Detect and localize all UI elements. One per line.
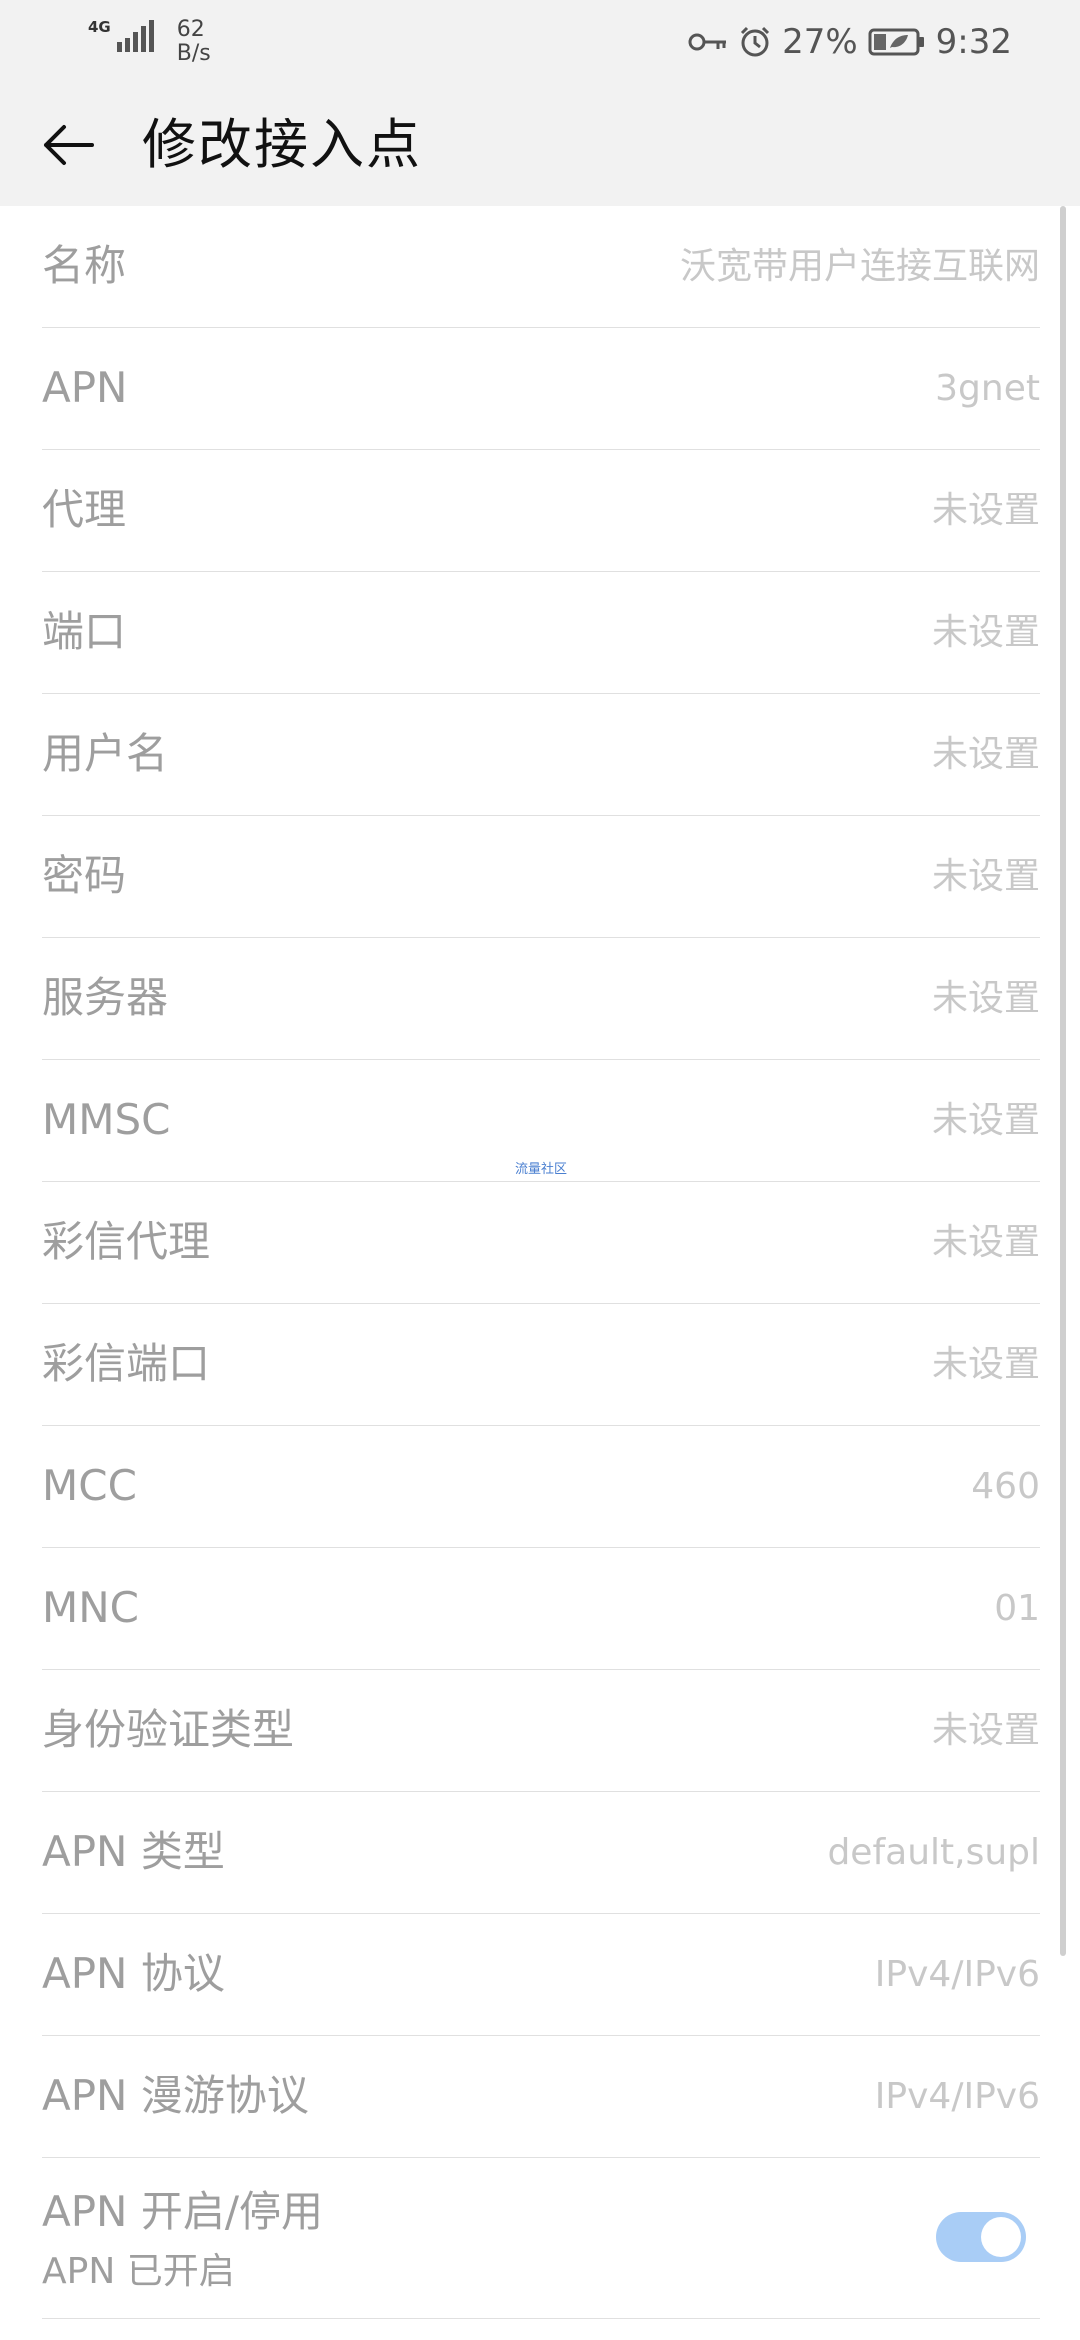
page-title: 修改接入点 [142,113,422,176]
scrollbar[interactable] [1060,206,1066,1956]
apn-enable-label: APN 开启/停用 [42,2187,323,2236]
field-value: 未设置 [931,978,1040,1019]
app-bar: 修改接入点 [0,84,1080,206]
key-icon [688,33,727,51]
field-value: 未设置 [931,1344,1040,1385]
field-label: 密码 [42,851,127,900]
field-value: 01 [994,1588,1040,1629]
network-speed: 62 B/s [177,18,211,66]
field-value: 未设置 [931,612,1040,653]
field-label: MMSC [42,1095,171,1144]
field-value: 未设置 [931,1710,1040,1751]
apn-enable-status: APN 已开启 [42,2251,235,2292]
apn-field-username[interactable]: 用户名 未设置 [42,694,1040,816]
field-label: 端口 [42,607,127,656]
field-value: IPv4/IPv6 [874,1954,1040,1995]
battery-icon [868,28,924,56]
apn-field-auth-type[interactable]: 身份验证类型 未设置 [42,1670,1040,1792]
network-speed-value: 62 [176,17,205,42]
apn-field-apn-type[interactable]: APN 类型 default,supl [42,1792,1040,1914]
field-label: 名称 [42,241,127,290]
clock-time: 9:32 [935,22,1012,62]
field-label: 服务器 [42,973,169,1022]
status-bar-left: 4G 62 B/s [88,18,211,66]
field-label: 身份验证类型 [42,1705,295,1754]
arrow-left-icon [44,125,94,165]
field-value: 未设置 [931,1222,1040,1263]
apn-field-mms-proxy[interactable]: 彩信代理 未设置 [42,1182,1040,1304]
field-value: default,supl [827,1832,1040,1873]
apn-field-server[interactable]: 服务器 未设置 [42,938,1040,1060]
apn-settings-list: 名称 沃宽带用户连接互联网 APN 3gnet 代理 未设置 端口 未设置 用户… [0,206,1080,2319]
apn-field-apn[interactable]: APN 3gnet [42,328,1040,450]
field-label: 代理 [42,485,127,534]
apn-enable-switch[interactable] [936,2212,1026,2262]
network-speed-unit: B/s [176,41,211,66]
watermark-text: 流量社区 [515,1162,568,1177]
back-button[interactable] [40,115,100,175]
apn-field-apn-protocol[interactable]: APN 协议 IPv4/IPv6 [42,1914,1040,2036]
field-value: 未设置 [931,734,1040,775]
apn-field-port[interactable]: 端口 未设置 [42,572,1040,694]
network-type-label: 4G [88,18,111,36]
field-label: APN [42,363,128,412]
field-label: APN 漫游协议 [42,2071,309,2120]
field-value: 未设置 [931,490,1040,531]
field-value: 未设置 [931,1100,1040,1141]
field-value: 未设置 [931,856,1040,897]
field-value: IPv4/IPv6 [874,2076,1040,2117]
field-label: 彩信端口 [42,1339,211,1388]
field-label: APN 协议 [42,1949,225,1998]
apn-field-mcc[interactable]: MCC 460 [42,1426,1040,1548]
apn-enable-row[interactable]: APN 开启/停用 APN 已开启 [42,2158,1040,2319]
field-label: 彩信代理 [42,1217,211,1266]
signal-icon [116,20,154,52]
apn-field-apn-roaming-protocol[interactable]: APN 漫游协议 IPv4/IPv6 [42,2036,1040,2158]
apn-field-mnc[interactable]: MNC 01 [42,1548,1040,1670]
apn-field-proxy[interactable]: 代理 未设置 [42,450,1040,572]
status-bar-right: 27% 9:32 [688,22,1012,62]
field-label: MNC [42,1583,139,1632]
field-label: MCC [42,1461,137,1510]
status-bar: 4G 62 B/s 27% 9:32 [0,0,1080,84]
field-value: 3gnet [935,368,1040,409]
field-value: 沃宽带用户连接互联网 [679,246,1040,287]
field-value: 460 [971,1466,1040,1507]
field-label: 用户名 [42,729,169,778]
alarm-icon [741,26,770,57]
battery-percent: 27% [782,22,858,62]
apn-field-password[interactable]: 密码 未设置 [42,816,1040,938]
switch-knob [981,2217,1021,2257]
field-label: APN 类型 [42,1827,225,1876]
apn-field-name[interactable]: 名称 沃宽带用户连接互联网 [42,206,1040,328]
apn-field-mms-port[interactable]: 彩信端口 未设置 [42,1304,1040,1426]
